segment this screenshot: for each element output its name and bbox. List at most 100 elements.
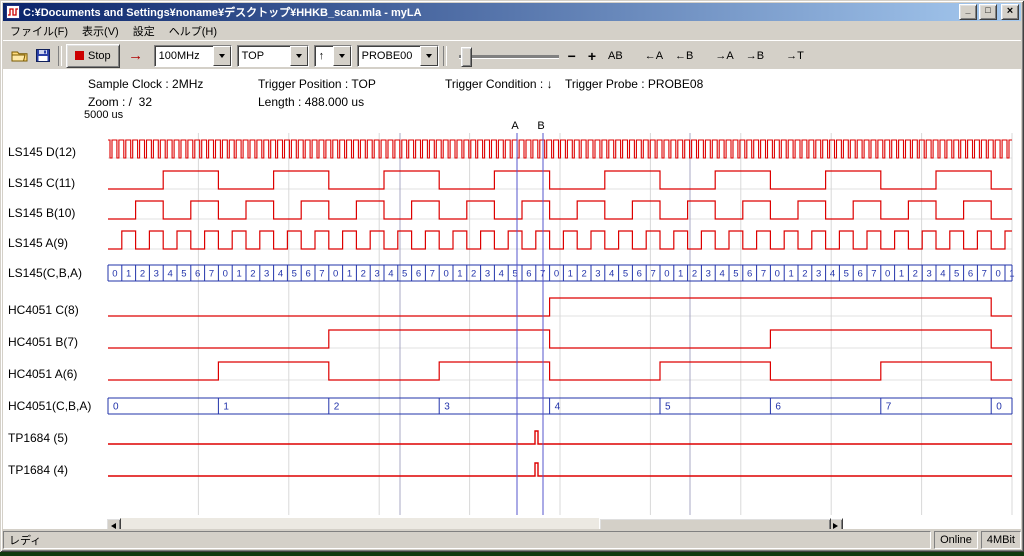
cursors[interactable]: AB [511, 120, 544, 515]
chevron-down-icon [426, 54, 432, 58]
dropdown-arrow-icon[interactable] [213, 46, 231, 66]
bus-value: 4 [167, 269, 172, 280]
bus-value: 5 [954, 269, 959, 280]
trigger-probe-select[interactable]: PROBE00 [357, 45, 439, 67]
channel-row-3: LS145 A(9) [8, 231, 1012, 250]
run-button[interactable]: → [123, 45, 149, 67]
bus-value: 4 [830, 269, 835, 280]
goto-trigger-button[interactable]: →T [781, 45, 809, 67]
dropdown-arrow-icon[interactable] [420, 46, 438, 66]
bus-value: 1 [678, 269, 683, 280]
toolbar-separator [443, 46, 447, 66]
bus-value: 3 [706, 269, 711, 280]
bus-value: 4 [278, 269, 283, 280]
trigger-edge-select[interactable]: ↑ [314, 45, 352, 67]
grid [108, 133, 1012, 515]
bus-value: 2 [334, 402, 340, 413]
bus-value: 1 [126, 269, 131, 280]
minimize-button[interactable]: _ [959, 4, 977, 20]
bus-value: 2 [913, 269, 918, 280]
goto-cursor-a-button[interactable]: ←A [640, 45, 668, 67]
bus-value: 4 [555, 402, 561, 413]
bus-value: 3 [816, 269, 821, 280]
chevron-down-icon [296, 54, 302, 58]
bus-value: 0 [996, 402, 1002, 413]
bus-value: 1 [568, 269, 573, 280]
bus-value: 2 [802, 269, 807, 280]
channel-label: LS145 B(10) [8, 206, 75, 220]
open-button[interactable] [8, 45, 31, 67]
bus-value: 5 [402, 269, 407, 280]
trigger-position-value: TOP [238, 46, 290, 66]
bus-value: 6 [775, 402, 781, 413]
bus-value: 5 [181, 269, 186, 280]
sample-clock-value: 100MHz [155, 46, 213, 66]
channel-label: LS145 C(11) [8, 176, 75, 190]
waveform-canvas[interactable]: LS145 D(12) LS145 C(11) LS145 B(10) LS145 A… [3, 69, 1021, 531]
set-cursor-a-button[interactable]: →A [710, 45, 738, 67]
bus-value: 3 [264, 269, 269, 280]
bus-value: 0 [223, 269, 228, 280]
bus-value: 5 [733, 269, 738, 280]
zoom-out-button[interactable]: − [563, 45, 581, 67]
channel-label: HC4051 A(6) [8, 367, 77, 381]
app-window: C:¥Documents and Settings¥noname¥デスクトップ¥… [0, 0, 1024, 552]
channel-row-10: TP1684 (4) [8, 463, 1012, 477]
bus-value: 7 [650, 269, 655, 280]
bus-value: 3 [154, 269, 159, 280]
save-button[interactable] [31, 45, 54, 67]
stop-icon [75, 51, 84, 60]
channel-row-7: HC4051 A(6) [8, 362, 1012, 381]
bus-value: 5 [292, 269, 297, 280]
bus-value: 6 [747, 269, 752, 280]
ab-range-button[interactable]: AB [603, 45, 628, 67]
trigger-position-select[interactable]: TOP [237, 45, 309, 67]
bus-value: 0 [554, 269, 559, 280]
stop-label: Stop [88, 50, 111, 62]
menu-help[interactable]: ヘルプ(H) [162, 21, 224, 41]
bus-value: 3 [374, 269, 379, 280]
status-online: Online [934, 531, 978, 549]
stop-button[interactable]: Stop [66, 44, 120, 68]
bus-value: 1 [457, 269, 462, 280]
sample-clock-select[interactable]: 100MHz [154, 45, 232, 67]
maximize-button[interactable]: □ [979, 4, 997, 20]
bus-value: 5 [623, 269, 628, 280]
bus-value: 2 [471, 269, 476, 280]
bus-value: 3 [485, 269, 490, 280]
channel-label: LS145(C,B,A) [8, 266, 82, 280]
menu-settings[interactable]: 設定 [126, 21, 162, 41]
bus-value: 0 [775, 269, 780, 280]
bus-value: 2 [250, 269, 255, 280]
dropdown-arrow-icon[interactable] [333, 46, 351, 66]
set-cursor-b-button[interactable]: →B [741, 45, 769, 67]
goto-cursor-b-button[interactable]: ←B [670, 45, 698, 67]
close-button[interactable]: × [1001, 4, 1019, 20]
bus-value: 4 [719, 269, 724, 280]
titlebar[interactable]: C:¥Documents and Settings¥noname¥デスクトップ¥… [3, 3, 1021, 21]
bus-value: 0 [113, 402, 119, 413]
menu-view[interactable]: 表示(V) [75, 21, 126, 41]
bus-value: 2 [692, 269, 697, 280]
dropdown-arrow-icon[interactable] [290, 46, 308, 66]
bus-value: 1 [788, 269, 793, 280]
channel-row-0: LS145 D(12) [8, 140, 1012, 159]
trigger-edge-value: ↑ [315, 46, 333, 66]
bus-value: 6 [968, 269, 973, 280]
channel-row-2: LS145 B(10) [8, 201, 1012, 220]
slider-thumb[interactable] [461, 47, 472, 67]
bus-value: 3 [926, 269, 931, 280]
bus-value: 1 [223, 402, 229, 413]
zoom-in-button[interactable]: + [583, 45, 601, 67]
bus-value: 2 [361, 269, 366, 280]
trigger-probe-value: PROBE00 [358, 46, 420, 66]
zoom-slider[interactable] [457, 45, 561, 67]
bus-value: 0 [885, 269, 890, 280]
channel-row-5: HC4051 C(8) [8, 298, 1012, 317]
menu-file[interactable]: ファイル(F) [3, 21, 75, 41]
scroll-right-icon [833, 523, 838, 529]
bus-value: 4 [940, 269, 945, 280]
channel-label: LS145 A(9) [8, 236, 68, 250]
slider-track [459, 55, 559, 58]
bus-value: 7 [761, 269, 766, 280]
